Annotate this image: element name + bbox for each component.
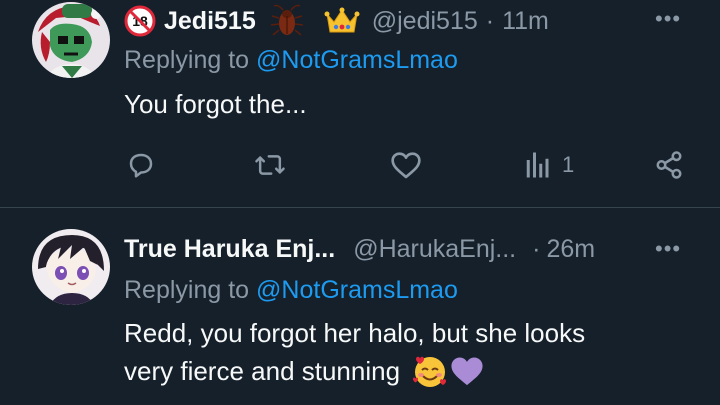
display-name[interactable]: Jedi515 xyxy=(164,7,256,36)
replying-to-link[interactable]: @NotGramsLmao xyxy=(256,46,458,74)
views-count: 1 xyxy=(562,152,575,177)
timestamp[interactable]: 26m xyxy=(546,235,595,264)
tweet-text: You forgot the... xyxy=(124,89,307,119)
more-options-icon[interactable]: ••• xyxy=(655,6,681,32)
reply-button[interactable] xyxy=(126,150,156,180)
replying-prefix: Replying to xyxy=(124,46,250,74)
share-icon xyxy=(654,150,684,180)
replying-to: Replying to @NotGramsLmao xyxy=(124,46,458,75)
like-icon xyxy=(390,150,422,180)
user-handle[interactable]: @jedi515 xyxy=(372,7,478,36)
tweet-text-line-2: very fierce and stunning xyxy=(124,356,401,386)
tweet-divider xyxy=(0,207,720,208)
tweet-header: 18 Jedi515 @jed xyxy=(124,4,549,38)
retweet-button[interactable] xyxy=(254,150,286,180)
tweet-header: True Haruka Enj... @HarukaEnj... · 26m xyxy=(124,232,595,266)
smiling-face-with-hearts-emoji-icon xyxy=(412,353,448,389)
retweet-icon xyxy=(254,150,286,180)
separator-dot: · xyxy=(485,6,495,35)
cockroach-emoji-icon xyxy=(270,4,304,38)
avatar-haruka[interactable] xyxy=(32,229,110,305)
display-name[interactable]: True Haruka Enj... xyxy=(124,235,335,264)
views-icon xyxy=(524,150,552,180)
replying-to: Replying to @NotGramsLmao xyxy=(124,276,458,305)
purple-heart-emoji-icon xyxy=(450,355,484,387)
separator-dot: · xyxy=(532,234,541,263)
tweet-text-line-1: Redd, you forgot her halo, but she looks xyxy=(124,318,586,348)
like-button[interactable] xyxy=(390,150,422,180)
replying-prefix: Replying to xyxy=(124,276,250,304)
crown-emoji-icon xyxy=(324,6,360,36)
share-button[interactable] xyxy=(654,150,684,180)
replying-to-link[interactable]: @NotGramsLmao xyxy=(256,276,458,304)
timestamp[interactable]: 11m xyxy=(502,7,549,36)
more-options-icon[interactable]: ••• xyxy=(655,236,681,262)
views-button[interactable]: 1 xyxy=(524,150,574,180)
tweet-text-line-2-container: very fierce and stunning xyxy=(124,353,484,389)
user-handle[interactable]: @HarukaEnj... xyxy=(353,235,516,264)
reply-icon xyxy=(126,150,156,180)
no-18-badge-icon: 18 xyxy=(124,5,156,37)
avatar-jedi515[interactable] xyxy=(32,2,110,78)
